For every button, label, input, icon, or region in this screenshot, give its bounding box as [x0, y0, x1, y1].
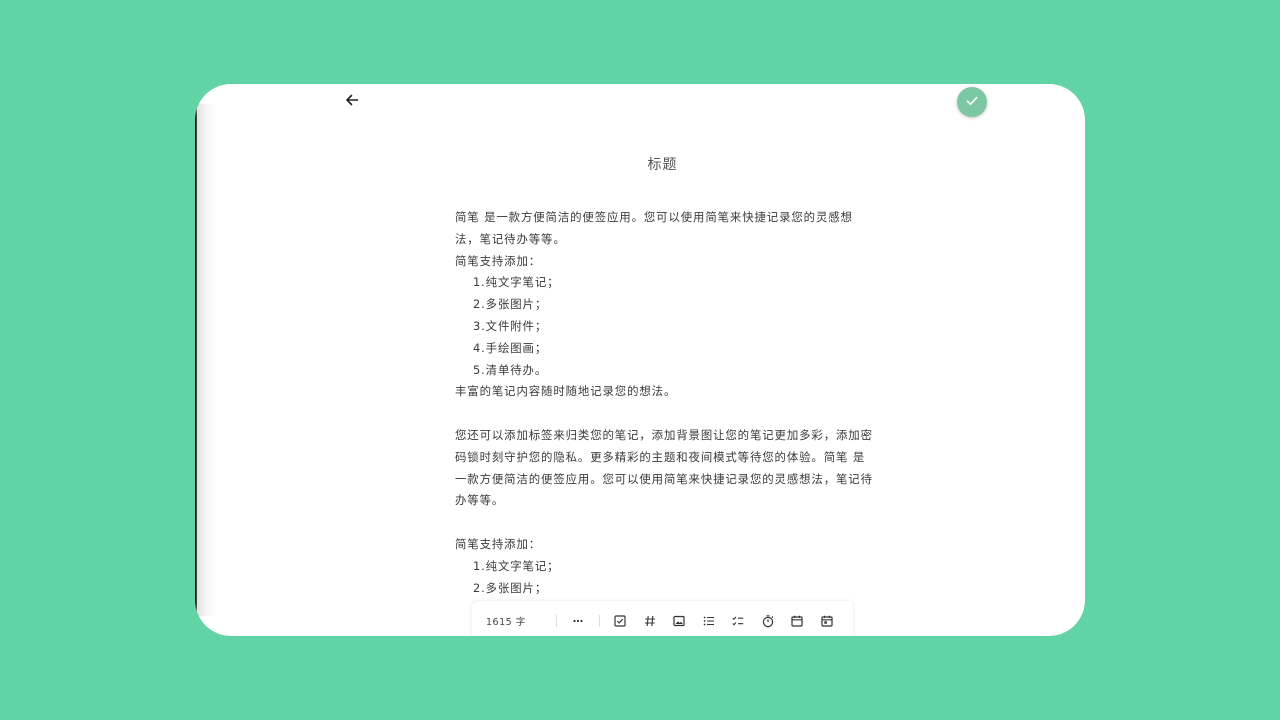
note-line: 4.手绘图画； [473, 340, 548, 355]
checkbox-button[interactable] [606, 609, 636, 633]
note-line: 3.文件附件； [473, 318, 548, 333]
device-edge [195, 104, 217, 616]
bullet-list-icon [702, 614, 716, 628]
arrow-left-icon [345, 92, 359, 111]
check-icon [965, 93, 979, 112]
note-line: 2.多张图片； [473, 580, 548, 595]
note-line: 5.清单待办。 [473, 362, 548, 377]
save-button[interactable] [957, 87, 987, 117]
note-line: 一款方便简洁的便签应用。您可以使用简笔来快捷记录您的灵感想法，笔记待 [455, 471, 873, 486]
tag-button[interactable] [635, 609, 665, 633]
note-line: 简笔 是一款方便简洁的便签应用。您可以使用简笔来快捷记录您的灵感想 [455, 210, 853, 224]
editor-toolbar: 1615 字 [472, 601, 853, 636]
toolbar-divider [556, 615, 557, 627]
bullet-list-button[interactable] [694, 609, 724, 633]
note-line: 码锁时刻守护您的隐私。更多精彩的主题和夜间模式等待您的体验。简笔 是 [455, 449, 866, 464]
note-title[interactable]: 标题 [195, 154, 1085, 174]
checklist-icon [731, 614, 745, 628]
calendar-date-button[interactable] [812, 609, 842, 633]
toolbar-divider [598, 615, 600, 627]
calendar-date-icon [820, 614, 834, 628]
calendar-button[interactable] [783, 609, 813, 633]
timer-icon [761, 614, 775, 628]
hashtag-icon [643, 614, 657, 628]
more-button[interactable] [563, 609, 593, 633]
note-line: 法，笔记待办等等。 [455, 231, 566, 246]
note-line: 简笔支持添加： [455, 536, 542, 551]
checklist-button[interactable] [724, 609, 754, 633]
note-line: 1.纯文字笔记； [473, 558, 560, 573]
note-body[interactable]: 简笔 是一款方便简洁的便签应用。您可以使用简笔来快捷记录您的灵感想 法，笔记待办等… [455, 207, 875, 599]
image-icon [672, 614, 686, 628]
note-line: 简笔支持添加： [455, 253, 542, 268]
note-line: 丰富的笔记内容随时随地记录您的想法。 [455, 384, 677, 399]
more-dots-icon [571, 614, 585, 628]
note-line: 2.多张图片； [473, 297, 548, 312]
note-line: 办等等。 [455, 493, 505, 508]
timer-button[interactable] [753, 609, 783, 633]
note-editor-window: 标题 简笔 是一款方便简洁的便签应用。您可以使用简笔来快捷记录您的灵感想 法，笔记… [195, 84, 1085, 636]
note-line: 1.纯文字笔记； [473, 275, 560, 290]
note-line: 您还可以添加标签来归类您的笔记，添加背景图让您的笔记更加多彩，添加密 [455, 427, 873, 442]
checkbox-icon [613, 614, 627, 628]
calendar-icon [790, 614, 804, 628]
back-button[interactable] [342, 91, 362, 111]
word-count: 1615 字 [486, 617, 526, 628]
image-button[interactable] [665, 609, 695, 633]
